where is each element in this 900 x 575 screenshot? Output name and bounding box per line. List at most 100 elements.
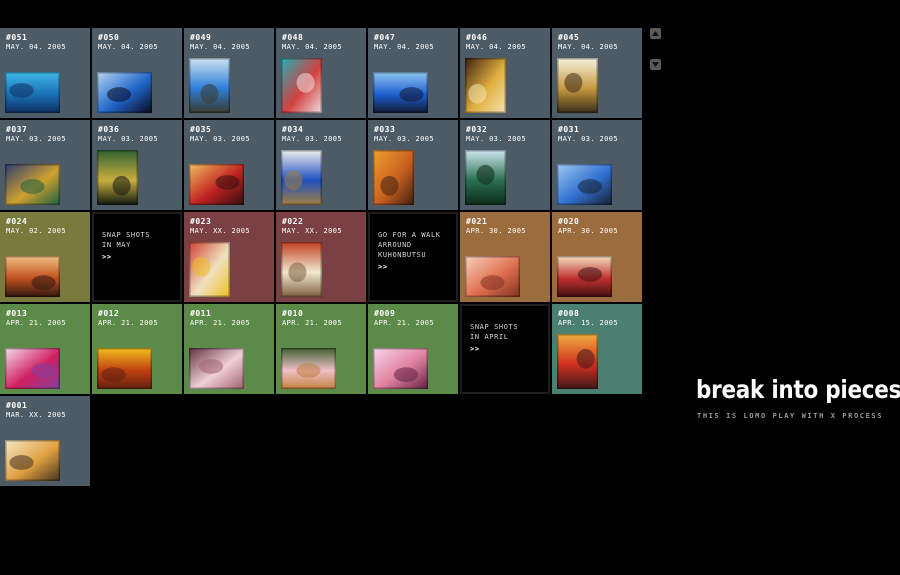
photo-number: #036	[98, 125, 120, 134]
photo-date: MAY. 04. 2005	[282, 43, 342, 51]
photo-number: #046	[466, 33, 488, 42]
photo-date: MAY. 02. 2005	[6, 227, 66, 235]
photo-tile[interactable]: #013 APR. 21. 2005	[0, 304, 90, 394]
photo-number: #050	[98, 33, 120, 42]
photo-number: #035	[190, 125, 212, 134]
photo-date: MAY. 03. 2005	[6, 135, 66, 143]
photo-tile[interactable]: #050 MAY. 04. 2005	[92, 28, 182, 118]
photo-tile[interactable]: #011 APR. 21. 2005	[184, 304, 274, 394]
photo-thumbnail[interactable]	[5, 348, 60, 389]
photo-tile[interactable]: #033 MAY. 03. 2005	[368, 120, 458, 210]
photo-thumbnail[interactable]	[465, 58, 506, 113]
photo-thumbnail[interactable]	[5, 164, 60, 205]
photo-thumbnail[interactable]	[5, 256, 60, 297]
photo-thumbnail[interactable]	[189, 58, 230, 113]
photo-number: #011	[190, 309, 212, 318]
photo-thumbnail[interactable]	[557, 164, 612, 205]
photo-date: APR. 21. 2005	[374, 319, 434, 327]
photo-thumbnail[interactable]	[97, 348, 152, 389]
photo-tile[interactable]: #012 APR. 21. 2005	[92, 304, 182, 394]
photo-number: #049	[190, 33, 212, 42]
photo-date: MAY. 04. 2005	[98, 43, 158, 51]
photo-tile[interactable]: #037 MAY. 03. 2005	[0, 120, 90, 210]
photo-thumbnail[interactable]	[465, 150, 506, 205]
photo-tile[interactable]: #010 APR. 21. 2005	[276, 304, 366, 394]
photo-tile[interactable]: #001 MAR. XX. 2005	[0, 396, 90, 486]
photo-tile[interactable]: #008 APR. 15. 2005	[552, 304, 642, 394]
album-link-tile[interactable]: SNAP SHOTS IN MAY >>	[92, 212, 182, 302]
photo-thumbnail[interactable]	[281, 150, 322, 205]
photo-number: #013	[6, 309, 28, 318]
album-caption: SNAP SHOTS IN APRIL >>	[470, 322, 518, 354]
photo-tile[interactable]: #047 MAY. 04. 2005	[368, 28, 458, 118]
photo-date: MAY. 03. 2005	[466, 135, 526, 143]
photo-date: APR. 21. 2005	[6, 319, 66, 327]
photo-date: APR. 21. 2005	[98, 319, 158, 327]
photo-thumbnail[interactable]	[5, 72, 60, 113]
photo-number: #031	[558, 125, 580, 134]
photo-thumbnail[interactable]	[97, 72, 152, 113]
photo-tile[interactable]: #031 MAY. 03. 2005	[552, 120, 642, 210]
photo-thumbnail[interactable]	[189, 348, 244, 389]
photo-thumbnail[interactable]	[465, 256, 520, 297]
photo-tile[interactable]: #009 APR. 21. 2005	[368, 304, 458, 394]
photo-number: #032	[466, 125, 488, 134]
photo-thumbnail[interactable]	[5, 440, 60, 481]
photo-thumbnail[interactable]	[281, 58, 322, 113]
photo-thumbnail[interactable]	[281, 242, 322, 297]
photo-number: #045	[558, 33, 580, 42]
photo-thumbnail[interactable]	[557, 58, 598, 113]
photo-number: #012	[98, 309, 120, 318]
album-link-tile[interactable]: GO FOR A WALK ARROUND KUHONBUTSU >>	[368, 212, 458, 302]
album-caption-text: SNAP SHOTS IN MAY	[102, 231, 151, 249]
photo-thumbnail[interactable]	[281, 348, 336, 389]
photo-tile[interactable]: #051 MAY. 04. 2005	[0, 28, 90, 118]
photo-tile[interactable]: #032 MAY. 03. 2005	[460, 120, 550, 210]
more-link[interactable]: >>	[470, 344, 518, 354]
photo-date: MAR. XX. 2005	[6, 411, 66, 419]
photo-tile[interactable]: #024 MAY. 02. 2005	[0, 212, 90, 302]
photo-date: MAY. 03. 2005	[374, 135, 434, 143]
photo-thumbnail[interactable]	[373, 72, 428, 113]
photo-thumbnail[interactable]	[373, 348, 428, 389]
photo-grid: #051 MAY. 04. 2005 #050 MAY. 04. 2005 #049 MA…	[0, 28, 644, 488]
photo-thumbnail[interactable]	[189, 242, 230, 297]
photo-date: MAY. 03. 2005	[558, 135, 618, 143]
photo-tile[interactable]: #022 MAY. XX. 2005	[276, 212, 366, 302]
photo-tile[interactable]: #020 APR. 30. 2005	[552, 212, 642, 302]
photo-thumbnail[interactable]	[557, 256, 612, 297]
photo-thumbnail[interactable]	[189, 164, 244, 205]
photo-date: APR. 21. 2005	[190, 319, 250, 327]
photo-date: MAY. 04. 2005	[558, 43, 618, 51]
album-caption: GO FOR A WALK ARROUND KUHONBUTSU >>	[378, 230, 441, 272]
more-link[interactable]: >>	[102, 252, 150, 262]
photo-thumbnail[interactable]	[373, 150, 414, 205]
photo-tile[interactable]: #036 MAY. 03. 2005	[92, 120, 182, 210]
more-link[interactable]: >>	[378, 262, 441, 272]
photo-date: MAY. 03. 2005	[282, 135, 342, 143]
photo-tile[interactable]: #045 MAY. 04. 2005	[552, 28, 642, 118]
photo-number: #048	[282, 33, 304, 42]
photo-number: #034	[282, 125, 304, 134]
album-caption-text: GO FOR A WALK ARROUND KUHONBUTSU	[378, 231, 441, 259]
photo-tile[interactable]: #035 MAY. 03. 2005	[184, 120, 274, 210]
photo-number: #001	[6, 401, 28, 410]
photo-tile[interactable]: #049 MAY. 04. 2005	[184, 28, 274, 118]
photo-date: MAY. XX. 2005	[282, 227, 342, 235]
scroll-up-button[interactable]	[650, 28, 661, 39]
photo-date: MAY. 04. 2005	[466, 43, 526, 51]
photo-date: APR. 30. 2005	[466, 227, 526, 235]
photo-tile[interactable]: #034 MAY. 03. 2005	[276, 120, 366, 210]
photo-tile[interactable]: #048 MAY. 04. 2005	[276, 28, 366, 118]
photo-thumbnail[interactable]	[557, 334, 598, 389]
photo-date: MAY. 04. 2005	[190, 43, 250, 51]
photo-tile[interactable]: #046 MAY. 04. 2005	[460, 28, 550, 118]
photo-tile[interactable]: #023 MAY. XX. 2005	[184, 212, 274, 302]
photo-number: #037	[6, 125, 28, 134]
photo-thumbnail[interactable]	[97, 150, 138, 205]
scroll-down-button[interactable]	[650, 59, 661, 70]
triangle-up-icon	[652, 31, 659, 36]
photo-tile[interactable]: #021 APR. 30. 2005	[460, 212, 550, 302]
album-link-tile[interactable]: SNAP SHOTS IN APRIL >>	[460, 304, 550, 394]
photo-number: #021	[466, 217, 488, 226]
